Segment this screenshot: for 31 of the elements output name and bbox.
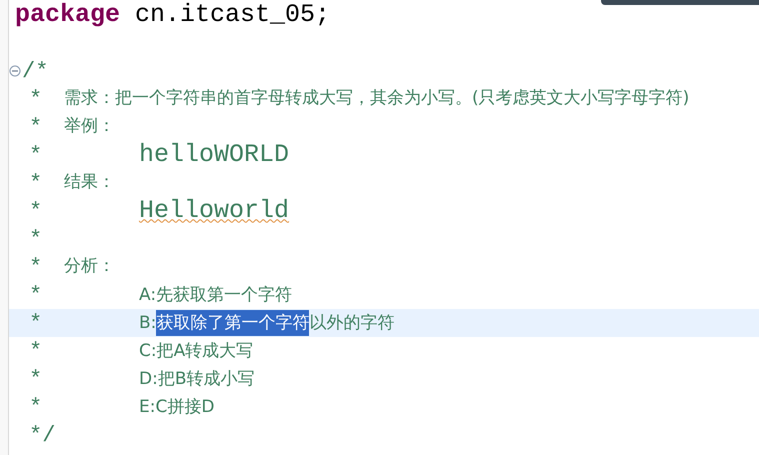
comment-text: D:把B转成小写 — [139, 368, 254, 391]
comment-marker: * — [29, 366, 44, 394]
comment-text: 以外的字符 — [309, 312, 394, 335]
comment-text: 分析： — [64, 255, 115, 278]
comment-marker: * — [29, 338, 44, 366]
comment-text: 举例： — [64, 115, 115, 138]
code-editor[interactable]: package cn.itcast_05; /* * 需求：把一个字符串的首字母转成大写，其余为小写。(只考虑英文大小写字母字符) * 举例： * helloWORLD * 结果： * Helloworld * * 分析： * A:先获取第一个字符 * B:获取除了第一个字符以外的字符 * C:把A转成大写 * D:把B转成小写 * E:C拼接D */ — [9, 0, 759, 455]
comment-text: helloWORLD — [139, 139, 290, 172]
comment-marker: * — [29, 282, 44, 310]
comment-text: 需求：把一个字符串的首字母转成大写，其余为小写。(只考虑英文大小写字母字符) — [64, 87, 690, 110]
comment-marker: * — [29, 198, 44, 226]
comment-marker: * — [29, 142, 44, 170]
comment-marker: * — [29, 310, 44, 338]
comment-marker: * — [29, 86, 44, 114]
fold-minus-icon[interactable] — [9, 65, 21, 77]
comment-text: E:C拼接D — [139, 396, 214, 419]
comment-marker: * — [29, 226, 42, 252]
comment-text: A:先获取第一个字符 — [139, 284, 292, 307]
package-name: cn.itcast_05; — [135, 0, 330, 32]
keyword: package — [15, 0, 120, 32]
comment-text: 结果： — [64, 171, 115, 194]
comment-marker: * — [29, 114, 44, 142]
comment-marker: * — [29, 170, 44, 198]
comment-text: Helloworld — [139, 195, 290, 228]
comment-marker: * — [29, 254, 44, 282]
selected-text: 获取除了第一个字符 — [156, 310, 310, 336]
comment-text: C:把A转成大写 — [139, 340, 254, 363]
comment-marker: * — [29, 394, 44, 422]
comment-marker: /* — [22, 58, 48, 84]
comment-marker: */ — [29, 422, 56, 448]
comment-text: B: — [139, 312, 156, 335]
